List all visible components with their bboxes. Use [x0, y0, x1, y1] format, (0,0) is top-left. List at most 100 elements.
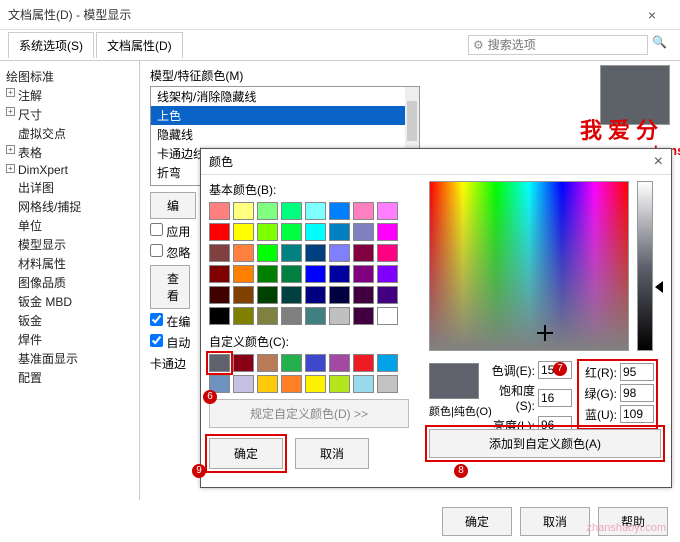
tree-item[interactable]: 绘图标准	[4, 67, 135, 86]
tree-item[interactable]: 虚拟交点	[4, 124, 135, 143]
crosshair-icon[interactable]	[540, 328, 550, 338]
basic-color-swatch[interactable]	[305, 202, 326, 220]
basic-color-swatch[interactable]	[305, 223, 326, 241]
basic-color-swatch[interactable]	[281, 202, 302, 220]
search-input[interactable]	[488, 38, 643, 52]
close-icon[interactable]: ×	[632, 7, 672, 23]
list-item[interactable]: 隐藏线	[151, 125, 419, 144]
tree-item[interactable]: 配置	[4, 368, 135, 387]
chk-apply[interactable]	[150, 223, 163, 236]
basic-color-swatch[interactable]	[257, 265, 278, 283]
basic-color-swatch[interactable]	[377, 223, 398, 241]
list-item[interactable]: 上色	[151, 106, 419, 125]
expand-icon[interactable]: +	[6, 164, 15, 173]
search-icon[interactable]: 🔍	[652, 35, 672, 55]
ok-button[interactable]: 确定	[442, 507, 512, 536]
basic-color-swatch[interactable]	[377, 307, 398, 325]
basic-color-swatch[interactable]	[329, 286, 350, 304]
tree-item[interactable]: 单位	[4, 216, 135, 235]
chk-ignore[interactable]	[150, 244, 163, 257]
basic-color-swatch[interactable]	[209, 202, 230, 220]
basic-color-swatch[interactable]	[305, 286, 326, 304]
tree-item[interactable]: 模型显示	[4, 235, 135, 254]
custom-color-swatch[interactable]	[257, 354, 278, 372]
tree-item[interactable]: +DimXpert	[4, 162, 135, 178]
basic-color-swatch[interactable]	[281, 286, 302, 304]
basic-color-swatch[interactable]	[329, 202, 350, 220]
expand-icon[interactable]: +	[6, 88, 15, 97]
basic-color-swatch[interactable]	[353, 223, 374, 241]
basic-color-swatch[interactable]	[233, 202, 254, 220]
luminance-slider[interactable]	[637, 181, 653, 351]
basic-color-swatch[interactable]	[305, 307, 326, 325]
basic-color-swatch[interactable]	[377, 202, 398, 220]
basic-color-swatch[interactable]	[353, 244, 374, 262]
tree-item[interactable]: 焊件	[4, 330, 135, 349]
tree-item[interactable]: 出详图	[4, 178, 135, 197]
basic-color-swatch[interactable]	[233, 307, 254, 325]
basic-color-swatch[interactable]	[233, 223, 254, 241]
color-cancel-button[interactable]: 取消	[295, 438, 369, 469]
custom-color-swatch[interactable]	[233, 375, 254, 393]
sat-input[interactable]	[538, 389, 572, 407]
basic-color-swatch[interactable]	[257, 244, 278, 262]
basic-color-swatch[interactable]	[353, 202, 374, 220]
tab-system-options[interactable]: 系统选项(S)	[8, 32, 94, 58]
basic-color-swatch[interactable]	[281, 265, 302, 283]
custom-color-swatch[interactable]	[377, 354, 398, 372]
color-gradient[interactable]	[429, 181, 629, 351]
basic-color-swatch[interactable]	[233, 265, 254, 283]
custom-color-swatch[interactable]	[233, 354, 254, 372]
custom-color-swatch[interactable]	[329, 354, 350, 372]
expand-icon[interactable]: +	[6, 145, 15, 154]
tree-item[interactable]: 钣金 MBD	[4, 292, 135, 311]
custom-color-swatch[interactable]	[353, 375, 374, 393]
luminance-arrow-icon[interactable]	[655, 281, 663, 293]
red-input[interactable]	[620, 363, 654, 381]
cancel-button[interactable]: 取消	[520, 507, 590, 536]
basic-color-swatch[interactable]	[281, 244, 302, 262]
basic-color-swatch[interactable]	[353, 265, 374, 283]
tree-item[interactable]: 钣金	[4, 311, 135, 330]
basic-color-swatch[interactable]	[209, 223, 230, 241]
basic-color-swatch[interactable]	[329, 307, 350, 325]
custom-color-swatch[interactable]	[209, 354, 230, 372]
custom-color-swatch[interactable]	[257, 375, 278, 393]
basic-color-swatch[interactable]	[209, 307, 230, 325]
basic-color-swatch[interactable]	[305, 244, 326, 262]
chk-edit[interactable]	[150, 313, 163, 326]
basic-color-swatch[interactable]	[281, 307, 302, 325]
tab-document-properties[interactable]: 文档属性(D)	[96, 32, 183, 58]
tree-item[interactable]: +尺寸	[4, 105, 135, 124]
tree-item[interactable]: 基准面显示	[4, 349, 135, 368]
custom-color-swatch[interactable]	[281, 354, 302, 372]
basic-color-swatch[interactable]	[377, 286, 398, 304]
tree-item[interactable]: 图像品质	[4, 273, 135, 292]
basic-color-swatch[interactable]	[209, 244, 230, 262]
search-box[interactable]: ⚙	[468, 35, 648, 55]
edit-button[interactable]: 编	[150, 192, 196, 219]
blue-input[interactable]	[620, 405, 654, 423]
custom-color-swatch[interactable]	[305, 354, 326, 372]
custom-color-swatch[interactable]	[281, 375, 302, 393]
basic-color-swatch[interactable]	[329, 265, 350, 283]
basic-color-swatch[interactable]	[281, 223, 302, 241]
basic-color-swatch[interactable]	[257, 202, 278, 220]
tree-item[interactable]: 网格线/捕捉	[4, 197, 135, 216]
basic-color-swatch[interactable]	[329, 223, 350, 241]
basic-color-swatch[interactable]	[353, 307, 374, 325]
basic-color-swatch[interactable]	[209, 286, 230, 304]
chk-auto[interactable]	[150, 334, 163, 347]
custom-color-swatch[interactable]	[329, 375, 350, 393]
view-button[interactable]: 查看	[150, 265, 190, 309]
tree-item[interactable]: 材料属性	[4, 254, 135, 273]
basic-color-swatch[interactable]	[257, 286, 278, 304]
custom-color-swatch[interactable]	[305, 375, 326, 393]
expand-icon[interactable]: +	[6, 107, 15, 116]
custom-color-swatch[interactable]	[353, 354, 374, 372]
green-input[interactable]	[620, 384, 654, 402]
basic-color-swatch[interactable]	[257, 223, 278, 241]
basic-color-swatch[interactable]	[329, 244, 350, 262]
custom-color-swatch[interactable]	[377, 375, 398, 393]
basic-color-swatch[interactable]	[233, 286, 254, 304]
